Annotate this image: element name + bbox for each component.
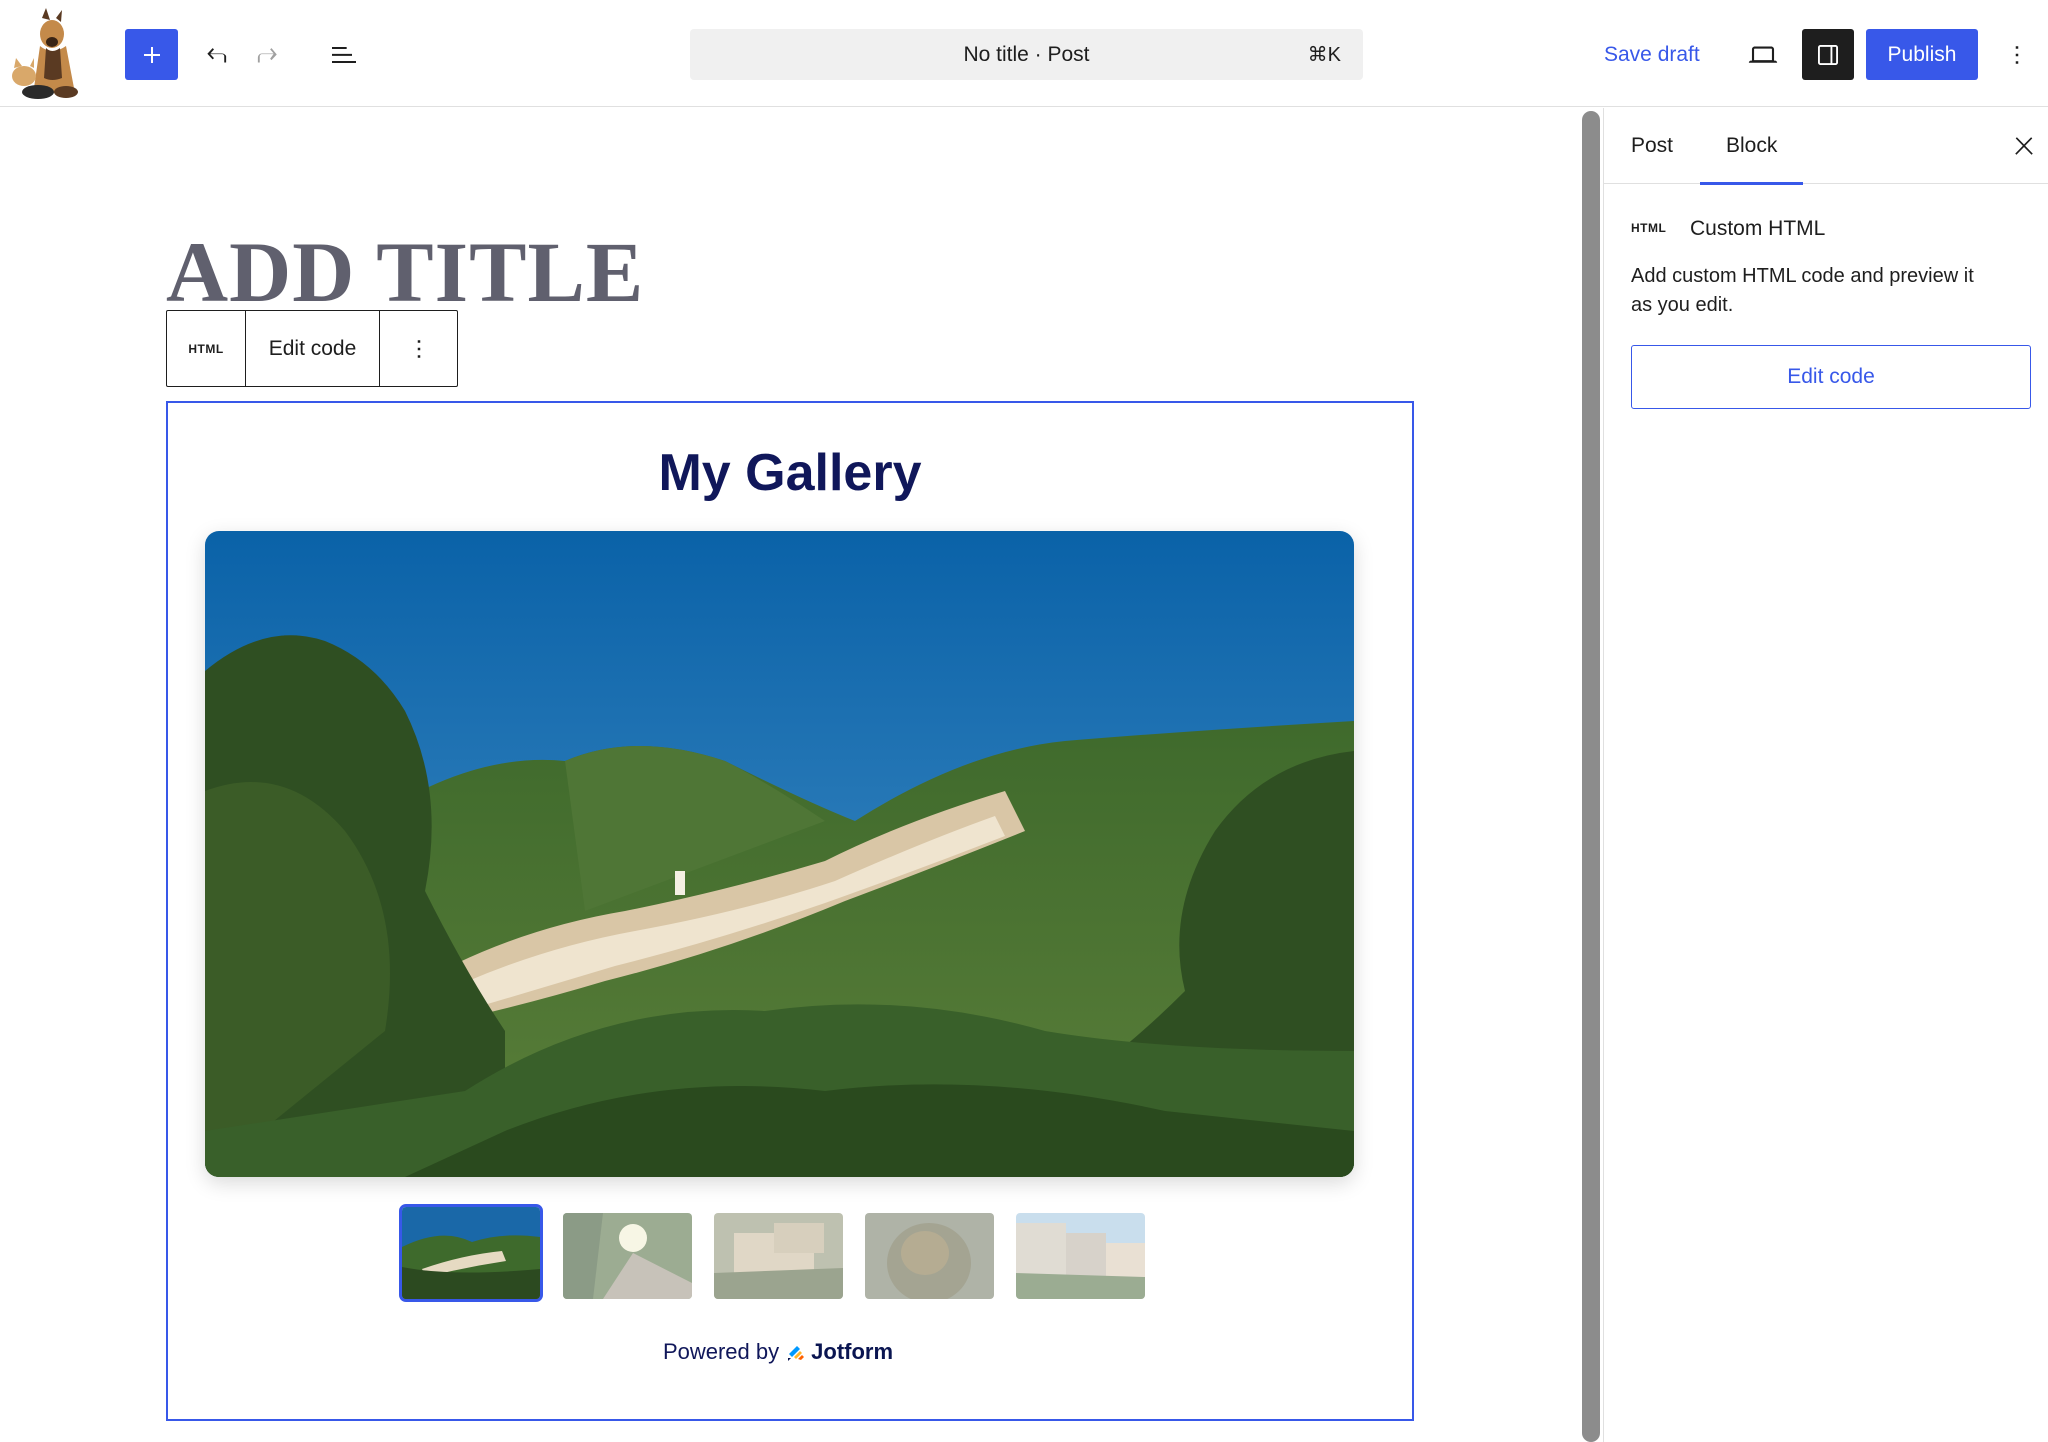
undo-button[interactable] — [192, 29, 242, 80]
plus-icon — [143, 46, 160, 63]
gallery-thumbnail[interactable] — [563, 1213, 692, 1299]
publish-button[interactable]: Publish — [1866, 29, 1978, 80]
list-view-icon — [332, 46, 356, 63]
desktop-preview-icon — [1748, 46, 1778, 63]
sidebar-tabs: Post Block — [1604, 108, 2048, 185]
settings-sidebar: Post Block HTML Custom HTML Add custom H… — [1603, 108, 2048, 1442]
editor-header: No title · Post ⌘K Save draft Publish — [0, 0, 2048, 107]
jotform-brand: Jotform — [787, 1339, 893, 1365]
redo-button[interactable] — [242, 29, 292, 80]
gallery-thumbnails — [168, 1204, 1354, 1302]
powered-by-brand: Jotform — [811, 1339, 894, 1364]
document-overview-button[interactable] — [319, 29, 369, 80]
undo-icon — [207, 47, 227, 62]
settings-button[interactable] — [1802, 29, 1854, 80]
sidebar-settings-icon — [1818, 44, 1838, 65]
close-icon — [2015, 137, 2033, 155]
save-draft-button[interactable]: Save draft — [1590, 29, 1714, 80]
gallery-thumbnail[interactable] — [714, 1213, 843, 1299]
html-block-icon: HTML — [1631, 221, 1667, 235]
custom-html-block[interactable]: My Gallery Powered by Jotform — [166, 401, 1414, 1421]
gallery-thumbnail[interactable] — [865, 1213, 994, 1299]
preview-button[interactable] — [1738, 29, 1788, 80]
add-block-button[interactable] — [125, 29, 178, 80]
block-options-button[interactable] — [379, 311, 457, 386]
gallery-main-image[interactable] — [205, 531, 1354, 1177]
site-logo[interactable] — [4, 8, 92, 100]
options-button[interactable] — [1992, 29, 2042, 80]
tab-post[interactable]: Post — [1631, 108, 1673, 184]
shortcut-hint: ⌘K — [1307, 44, 1341, 66]
block-card-description: Add custom HTML code and preview it as y… — [1631, 265, 1974, 316]
more-vertical-icon — [2015, 45, 2019, 64]
gallery-thumbnail[interactable] — [399, 1204, 543, 1302]
gallery-title: My Gallery — [658, 444, 922, 502]
post-title-input[interactable]: ADD TITLE — [166, 222, 644, 322]
html-block-icon: HTML — [188, 341, 224, 356]
powered-by-footer[interactable]: Powered by Jotform — [168, 1339, 1388, 1365]
canvas-scrollbar[interactable] — [1582, 111, 1600, 1442]
block-toolbar: HTML Edit code — [166, 310, 458, 387]
block-type-switcher[interactable]: HTML — [167, 311, 245, 386]
block-card-title: Custom HTML — [1690, 217, 1826, 240]
redo-icon — [257, 47, 277, 62]
gallery-thumbnail[interactable] — [1016, 1213, 1145, 1299]
command-palette-bar[interactable]: No title · Post ⌘K — [690, 29, 1363, 80]
jotform-logo-icon — [788, 1346, 805, 1361]
edit-code-button[interactable]: Edit code — [1631, 345, 2031, 409]
powered-by-label: Powered by — [662, 1339, 780, 1364]
edit-code-toolbar-button[interactable]: Edit code — [245, 311, 379, 386]
tab-block[interactable]: Block — [1700, 108, 1804, 185]
document-title: No title · Post — [963, 42, 1090, 66]
more-vertical-icon — [417, 339, 420, 358]
close-sidebar-button[interactable] — [2000, 122, 2048, 170]
